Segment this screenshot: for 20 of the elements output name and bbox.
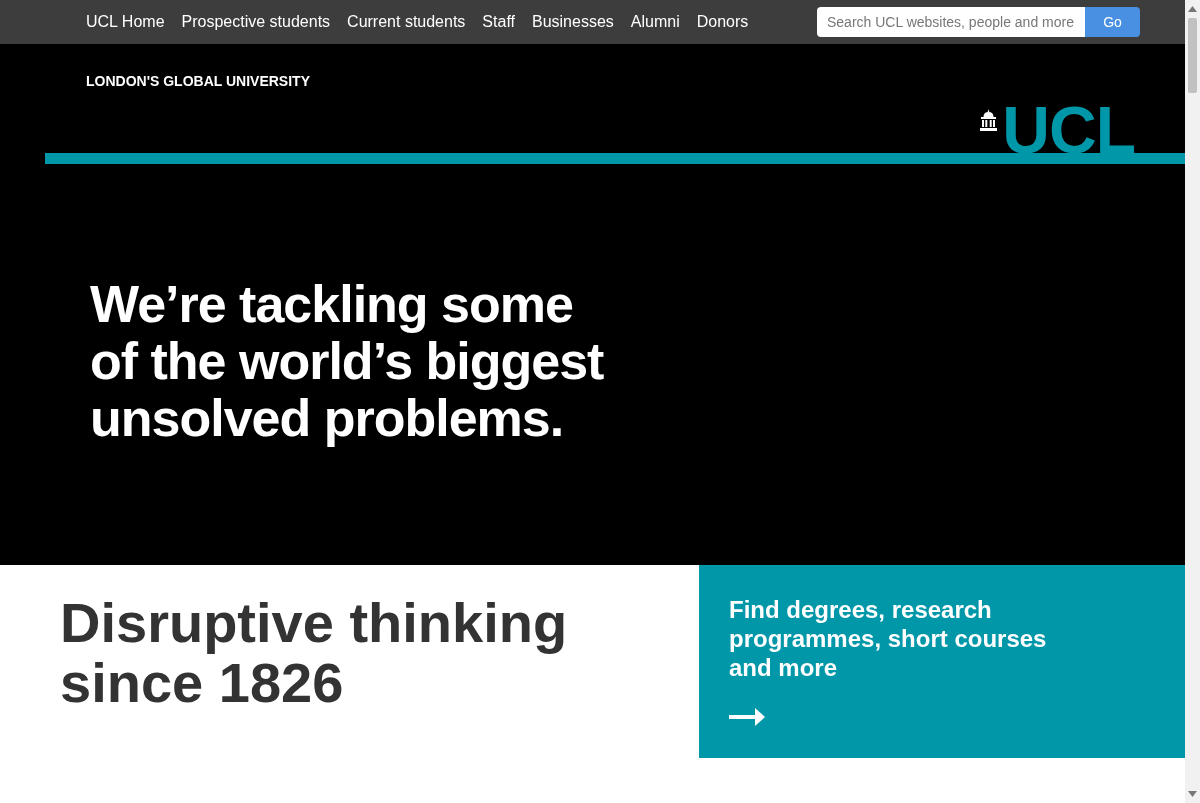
nav-link[interactable]: UCL Home bbox=[86, 10, 165, 34]
scrollbar[interactable] bbox=[1185, 0, 1200, 803]
building-icon bbox=[979, 109, 999, 131]
promo-text: Find degrees, research programmes, short courses and more bbox=[729, 595, 1048, 682]
logo-text[interactable]: UCL bbox=[1002, 104, 1135, 156]
nav-link[interactable]: Alumni bbox=[630, 10, 680, 34]
arrow-icon[interactable] bbox=[729, 708, 765, 726]
intro-heading: Disruptive thinking since 1826 bbox=[60, 593, 569, 713]
nav-link[interactable]: Donors bbox=[696, 10, 749, 34]
hero-headline: We’re tackling some of the world’s biggest unsolved problems. bbox=[90, 276, 605, 447]
nav-link[interactable]: Businesses bbox=[532, 10, 614, 34]
nav-link[interactable]: Staff bbox=[482, 10, 515, 34]
nav-link[interactable]: Prospective students bbox=[181, 10, 331, 34]
nav-link[interactable]: Current students bbox=[347, 10, 466, 34]
scroll-down-icon[interactable] bbox=[1188, 791, 1197, 797]
tagline: LONDON'S GLOBAL UNIVERSITY bbox=[86, 72, 310, 91]
search-field[interactable]: Search UCL websites, people and more bbox=[817, 7, 1085, 37]
promo-panel[interactable]: Find degrees, research programmes, short courses and more bbox=[699, 565, 1185, 758]
scroll-thumb[interactable] bbox=[1188, 18, 1197, 93]
scroll-up-icon[interactable] bbox=[1188, 6, 1197, 12]
